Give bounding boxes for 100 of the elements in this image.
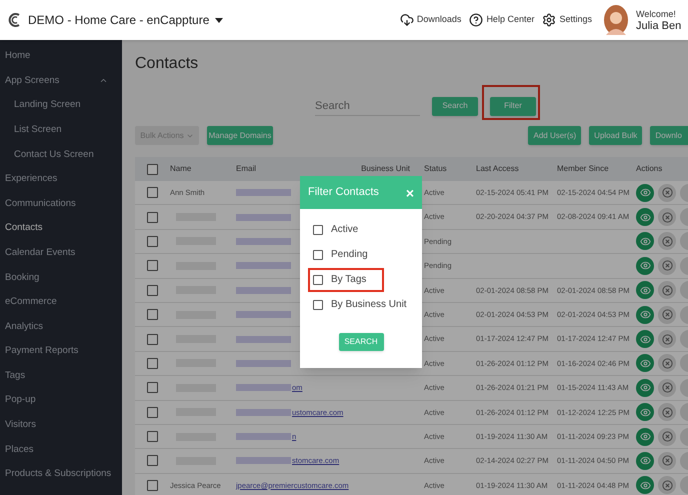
toolbar-button[interactable]: Upload Bulk (589, 126, 642, 145)
eye-icon (640, 236, 650, 247)
filter-option[interactable]: By Business Unit (313, 297, 407, 312)
toolbar-button[interactable]: Downlo (650, 126, 688, 145)
sidebar-item[interactable]: Contacts (0, 216, 122, 241)
sidebar-item[interactable]: Booking (0, 265, 122, 290)
checkbox[interactable] (313, 300, 323, 310)
delete-button[interactable] (658, 378, 676, 397)
header-link[interactable]: Settings (542, 13, 592, 27)
checkbox[interactable] (147, 212, 158, 223)
eye-icon (640, 480, 650, 491)
manage-domains-button[interactable]: Manage Domains (207, 126, 273, 145)
delete-button[interactable] (658, 256, 676, 275)
view-button[interactable] (636, 354, 654, 372)
view-button[interactable] (636, 281, 654, 300)
delete-button[interactable] (658, 208, 676, 226)
welcome-text: Welcome! (636, 8, 677, 20)
view-button[interactable] (636, 184, 654, 202)
sidebar-item[interactable]: Visitors (0, 412, 122, 438)
sidebar-item[interactable]: eCommerce (0, 290, 122, 315)
sidebar-item[interactable]: Experiences (0, 166, 122, 192)
close-button[interactable]: × (406, 186, 414, 200)
checkbox[interactable] (313, 274, 323, 284)
close-circle-icon (662, 187, 672, 198)
column-header: Member Since (557, 164, 609, 173)
app-title[interactable]: DEMO - Home Care - enCappture (28, 11, 210, 29)
view-button[interactable] (636, 208, 654, 226)
sidebar-item[interactable]: Pop-up (0, 388, 122, 413)
header-link[interactable]: Downloads (400, 13, 462, 27)
view-button[interactable] (636, 232, 654, 250)
blurred-email (236, 286, 291, 294)
delete-button[interactable] (658, 428, 676, 446)
checkbox[interactable] (147, 358, 158, 369)
sidebar-item[interactable]: Analytics (0, 314, 122, 340)
header-link[interactable]: Help Center (469, 13, 534, 27)
close-circle-icon (662, 431, 672, 442)
eye-icon (640, 260, 650, 272)
delete-button[interactable] (658, 476, 676, 494)
column-header: Status (424, 164, 447, 173)
blurred-email (236, 384, 291, 392)
checkbox[interactable] (147, 164, 158, 174)
sidebar-item[interactable]: Products & Subscriptions (0, 462, 122, 487)
caret-icon[interactable] (215, 18, 224, 22)
sidebar-item[interactable]: Calendar Events (0, 240, 122, 266)
view-button[interactable] (636, 476, 654, 494)
sidebar-item[interactable]: Contact Us Screen (0, 142, 122, 167)
sidebar-item[interactable]: List Screen (0, 118, 122, 142)
eye-icon (640, 431, 650, 442)
eye-icon (640, 358, 650, 369)
checkbox[interactable] (147, 187, 158, 198)
delete-button[interactable] (658, 403, 676, 422)
view-button[interactable] (636, 428, 654, 446)
checkbox[interactable] (147, 406, 158, 418)
checkbox[interactable] (147, 309, 158, 320)
sidebar-item[interactable]: Payment Reports (0, 339, 122, 364)
checkbox[interactable] (147, 455, 158, 466)
filter-button[interactable]: Filter (490, 96, 536, 116)
delete-button[interactable] (658, 232, 676, 250)
delete-button[interactable] (658, 184, 676, 202)
delete-button[interactable] (658, 306, 676, 324)
sidebar-item[interactable]: Tags (0, 364, 122, 388)
checkbox[interactable] (147, 284, 158, 296)
toolbar-button[interactable]: Add User(s) (528, 126, 582, 145)
view-button[interactable] (636, 403, 654, 422)
delete-button[interactable] (658, 354, 676, 372)
delete-button[interactable] (658, 330, 676, 348)
checkbox[interactable] (313, 224, 323, 234)
checkbox[interactable] (147, 334, 158, 345)
view-button[interactable] (636, 452, 654, 470)
search-field[interactable]: Search (315, 96, 420, 116)
column-header: Name (170, 164, 192, 173)
view-button[interactable] (636, 378, 654, 397)
filter-option[interactable]: By Tags (313, 272, 366, 287)
blurred-email (236, 189, 291, 196)
settings-icon (542, 13, 556, 27)
sidebar-item[interactable]: Communications (0, 192, 122, 216)
checkbox[interactable] (147, 431, 158, 442)
sidebar-item[interactable]: App Screens (0, 68, 122, 94)
checkbox[interactable] (147, 260, 158, 272)
column-header: Email (236, 164, 256, 173)
sidebar-item[interactable]: Places (0, 438, 122, 462)
view-button[interactable] (636, 330, 654, 348)
search-button[interactable]: Search (432, 96, 478, 116)
filter-option[interactable]: Active (313, 222, 358, 237)
checkbox[interactable] (147, 382, 158, 394)
view-button[interactable] (636, 306, 654, 324)
filter-option[interactable]: Pending (313, 247, 368, 262)
checkbox[interactable] (313, 250, 323, 260)
view-button[interactable] (636, 256, 654, 275)
dialog-search-button[interactable]: SEARCH (338, 333, 384, 351)
checkbox[interactable] (147, 236, 158, 247)
checkbox[interactable] (147, 480, 158, 491)
sidebar-item[interactable]: Landing Screen (0, 93, 122, 118)
avatar[interactable] (604, 5, 628, 35)
logo-icon (8, 12, 22, 28)
delete-button[interactable] (658, 452, 676, 470)
page-title: Contacts (135, 54, 200, 74)
eye-icon (640, 382, 650, 394)
delete-button[interactable] (658, 281, 676, 300)
sidebar-item[interactable]: Home (0, 44, 122, 69)
